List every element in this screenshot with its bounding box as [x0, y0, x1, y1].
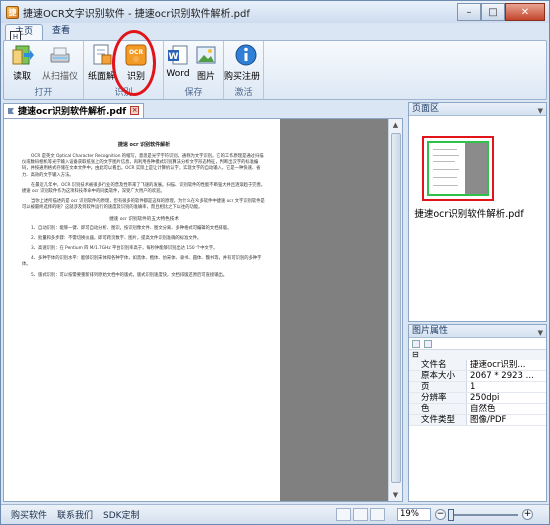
property-row: 文件名 捷速ocr识别...	[409, 360, 546, 371]
property-row: 页1	[409, 382, 546, 393]
tab-view[interactable]: 查看	[43, 24, 79, 40]
zoom-slider-knob[interactable]	[448, 508, 454, 521]
close-tab-icon[interactable]: ×	[130, 106, 140, 115]
buy-register-button[interactable]: 购买注册	[224, 43, 260, 83]
word-button[interactable]: W Word	[166, 43, 190, 83]
scroll-thumb[interactable]	[391, 133, 401, 483]
property-row: 分辨率 250dpi	[409, 393, 546, 404]
page-list-item: 4、多种字体的识别水平：能够识别宋体和各种字体，如黑体、楷体、仿宋体、隶书、圆体…	[22, 256, 262, 268]
window-title: 捷速OCR文字识别软件 - 捷速ocr识别软件解析.pdf	[23, 8, 250, 20]
word-icon: W	[166, 43, 190, 67]
properties-toolbar	[409, 338, 546, 350]
sort-icon[interactable]	[412, 339, 420, 348]
page-parse-button[interactable]: 纸面解	[88, 43, 115, 83]
category-icon[interactable]	[424, 339, 432, 348]
zoom-out-icon[interactable]: −	[435, 509, 446, 520]
maximize-button[interactable]: □	[481, 3, 505, 21]
app-window: 捷 捷速OCR文字识别软件 - 捷速ocr识别软件解析.pdf – □ ✕ 主页…	[0, 0, 550, 525]
canvas-background	[280, 119, 389, 501]
pin-icon	[7, 107, 15, 115]
zoom-in-icon[interactable]: +	[522, 509, 533, 520]
page-list-item: 1、自动识别：能够一键、即可自动分析、图识，按识别像文件、图文分离、多种格式可编…	[31, 225, 232, 231]
page-paragraph: 当你上述所描述的是 ocr 识别软件的原理，但有很多的软件都是这样的原理，为什么…	[22, 199, 265, 211]
view-mode-single-icon[interactable]	[336, 508, 351, 521]
collapse-icon[interactable]: ▼	[538, 327, 543, 339]
collapse-icon[interactable]: ▼	[538, 105, 543, 117]
document-tabs: 捷速ocr识别软件解析.pdf ×	[3, 102, 407, 118]
sdk-custom-link[interactable]: SDK定制	[103, 508, 140, 521]
view-mode-fit-icon[interactable]	[370, 508, 385, 521]
page-list-item: 2、批量和多步骤：不需切换仪器，即可跨页数字、图片，提高文件识别准确的标准文件。	[31, 235, 202, 241]
document-page: 捷速 ocr 识别软件解析 OCR 是英文 Optical Character …	[8, 123, 278, 498]
property-row: 文件类型 图像/PDF	[409, 415, 546, 426]
page-panel-header: 页面区 ▼	[409, 103, 546, 116]
app-logo-icon: 捷	[6, 5, 19, 19]
page-thumbnail[interactable]	[422, 136, 494, 201]
scroll-down-icon[interactable]: ▼	[389, 489, 402, 501]
page-parse-icon	[90, 43, 114, 67]
properties-header: 图片属性 ▼	[409, 325, 546, 338]
zoom-control: 19% − +	[397, 508, 533, 521]
svg-text:W: W	[169, 52, 179, 62]
vertical-scrollbar[interactable]: ▲ ▼	[388, 119, 402, 501]
group-label-open: 打开	[34, 88, 53, 98]
info-icon	[234, 43, 258, 67]
group-open: 读取 从扫描仪 打开	[4, 41, 84, 99]
document-viewer[interactable]: 捷速 ocr 识别软件解析 OCR 是英文 Optical Character …	[3, 118, 403, 502]
properties-group[interactable]: ⊟	[409, 350, 546, 360]
group-save: W Word 图片 保存	[164, 41, 224, 99]
image-icon	[194, 43, 218, 67]
contact-us-link[interactable]: 联系我们	[57, 508, 93, 521]
page-subheading: 捷速 ocr 识别软件的五大特色技术	[109, 216, 179, 222]
document-tab[interactable]: 捷速ocr识别软件解析.pdf ×	[3, 102, 145, 118]
close-button[interactable]: ✕	[505, 3, 545, 21]
page-list-item: 5、版式识别：可以按需要重新排列原始文档中的版式，版式识别速度快，文档排版还原后…	[31, 272, 228, 278]
highlight-circle	[112, 30, 156, 96]
properties-panel: 图片属性 ▼ ⊟ 文件名 捷速ocr识别... 原本大小 2067 * 2923 .…	[408, 324, 547, 502]
read-icon	[10, 43, 34, 67]
tab-home[interactable]: 主页 H	[5, 24, 44, 43]
group-activate: 购买注册 激活	[224, 41, 264, 99]
thumbnail-label: 捷速ocr识别软件解析.pdf	[414, 209, 524, 220]
page-paragraph: 在最近几年中，OCR 识别技术被很多行业的普及性带来了飞速的发展。扫描、识别软件…	[22, 182, 266, 195]
page-paragraph: OCR 是英文 Optical Character Recognition 的缩…	[22, 154, 264, 178]
property-row: 色自然色	[409, 404, 546, 415]
ribbon: 读取 从扫描仪 打开 纸面解 OCR 识别 识别 W Word 图片 保存 购买…	[3, 40, 547, 100]
property-row: 原本大小 2067 * 2923 ...	[409, 371, 546, 382]
scanner-button[interactable]: 从扫描仪	[42, 43, 78, 83]
view-mode-double-icon[interactable]	[353, 508, 368, 521]
ribbon-tabs: 主页 H 查看	[1, 23, 549, 43]
page-heading: 捷速 ocr 识别软件解析	[117, 142, 171, 148]
scroll-up-icon[interactable]: ▲	[389, 119, 402, 131]
page-panel: 页面区 ▼ 捷速ocr识别软件解析.pdf	[408, 102, 547, 322]
minimize-button[interactable]: –	[457, 3, 481, 21]
page-list-item: 3、高速识别：在 Pentium 四 M/1.7GHz 平台识别率高于，每秒钟能…	[31, 246, 218, 252]
read-button[interactable]: 读取	[10, 43, 34, 83]
status-bar: 购买软件 联系我们 SDK定制 19% − +	[1, 504, 549, 524]
buy-software-link[interactable]: 购买软件	[11, 508, 47, 521]
zoom-slider[interactable]	[448, 508, 518, 521]
scanner-icon	[48, 43, 72, 67]
image-button[interactable]: 图片	[194, 43, 218, 83]
group-label-activate: 激活	[234, 88, 253, 98]
group-label-save: 保存	[184, 88, 203, 98]
zoom-level[interactable]: 19%	[397, 508, 431, 521]
title-bar: 捷 捷速OCR文字识别软件 - 捷速ocr识别软件解析.pdf – □ ✕	[1, 1, 549, 23]
